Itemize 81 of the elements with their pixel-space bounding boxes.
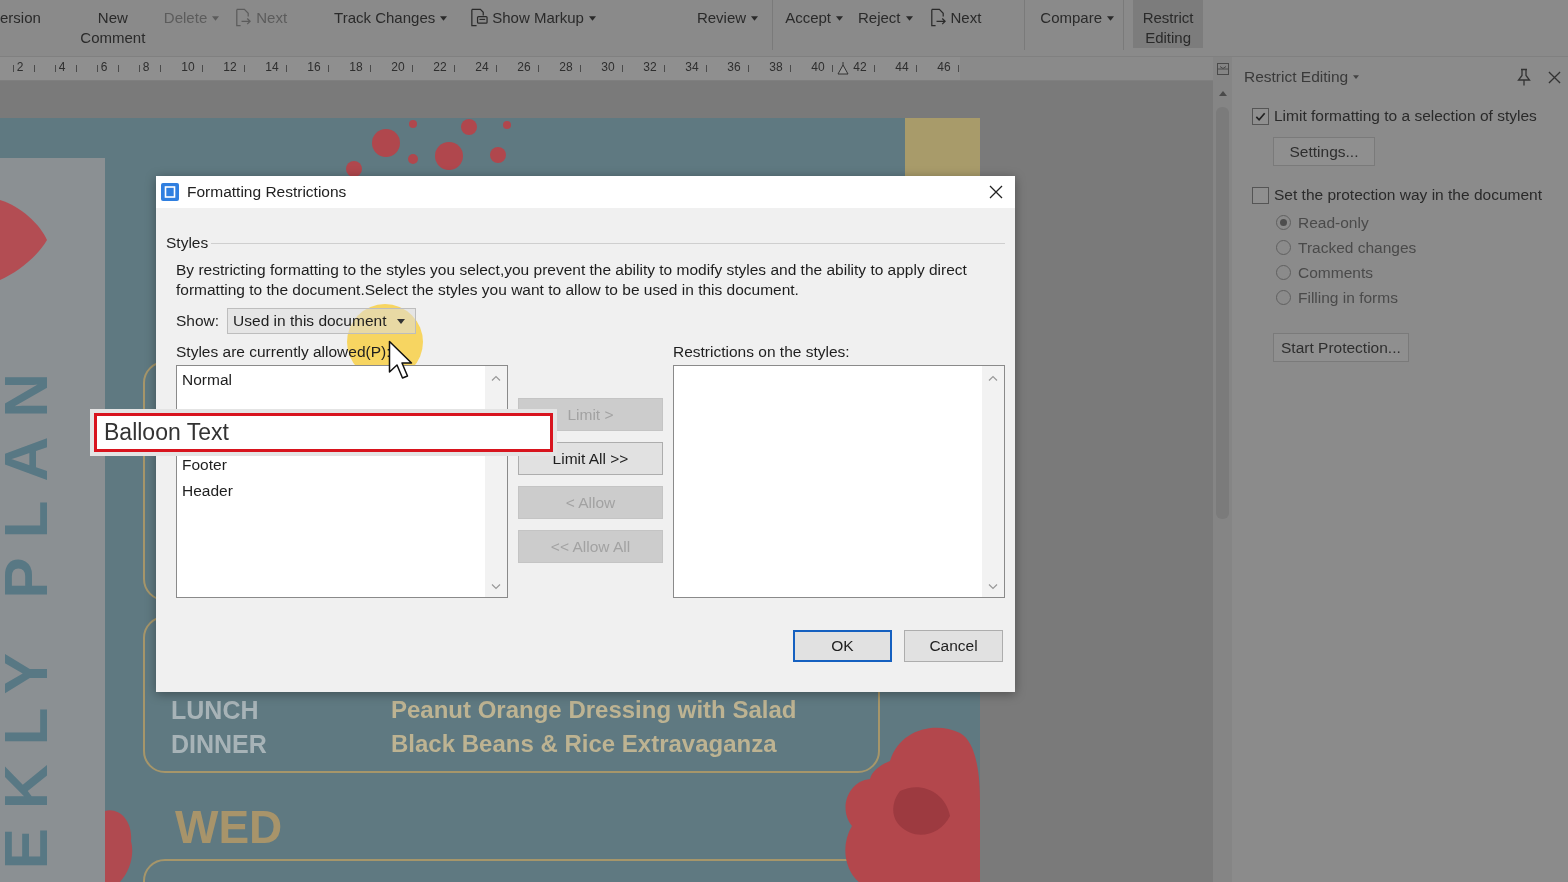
indent-marker-icon[interactable] [837, 62, 849, 76]
ruler-number: 22 [431, 60, 449, 74]
caret-icon [440, 16, 448, 21]
toolbar-button[interactable]: Reject [856, 0, 915, 48]
caret-icon [397, 318, 406, 324]
toolbar-button[interactable]: Compare [1038, 0, 1117, 48]
chevron-up-icon[interactable] [988, 375, 998, 381]
toolbar-button[interactable]: ersion [0, 0, 43, 48]
ruler-number: 28 [557, 60, 575, 74]
style-filter-dropdown[interactable]: Used in this document [227, 308, 417, 334]
caret-icon [588, 16, 596, 21]
checkbox[interactable] [1252, 186, 1269, 204]
ruler-number: 42 [851, 60, 869, 74]
list-item[interactable]: Header [182, 482, 233, 499]
checkbox[interactable] [1252, 107, 1269, 125]
page-arrow-icon [233, 8, 253, 27]
toolbar-button[interactable]: New Comment [73, 0, 152, 48]
list-label: Restrictions on the styles: [673, 343, 850, 361]
zoom-callout: Balloon Text [90, 409, 557, 456]
app-icon [161, 183, 179, 201]
dialog-title: Formatting Restrictions [187, 183, 347, 201]
day-heading: WED [175, 800, 283, 855]
dialog-button[interactable]: OK [793, 630, 892, 662]
scrollbar[interactable] [982, 366, 1004, 597]
group-label: Styles [166, 234, 209, 252]
ruler-number: 12 [221, 60, 239, 74]
panel-button[interactable]: Start Protection... [1273, 333, 1409, 362]
show-label: Show: [176, 312, 220, 330]
ruler-number: 40 [809, 60, 827, 74]
ruler-number: 10 [179, 60, 197, 74]
meal-label: DINNER [171, 729, 268, 759]
panel-title[interactable]: Restrict Editing [1244, 68, 1349, 86]
ruler-number: 4 [56, 60, 68, 74]
pin-icon[interactable] [1515, 68, 1533, 86]
caret-icon [1107, 16, 1115, 21]
toolbar-button[interactable]: Next [925, 0, 984, 48]
chevron-up-icon[interactable] [491, 375, 501, 381]
ruler-number: 32 [641, 60, 659, 74]
split-icon[interactable] [1216, 63, 1229, 75]
chevron-down-icon[interactable] [988, 584, 998, 590]
ruler-number: 2 [14, 60, 26, 74]
close-icon[interactable] [989, 185, 1003, 199]
dialog-button[interactable]: Cancel [904, 630, 1003, 662]
ruler-number: 14 [263, 60, 281, 74]
caret-icon [905, 16, 913, 21]
toolbar-button[interactable]: Restrict Editing [1133, 0, 1204, 48]
toolbar-button[interactable]: Accept [783, 0, 845, 48]
ruler-number: 46 [935, 60, 953, 74]
caret-icon[interactable] [1353, 75, 1360, 79]
meal-label: LUNCH [171, 695, 260, 725]
toolbar-button[interactable]: Review [694, 0, 761, 48]
caret-icon [836, 16, 843, 21]
ruler-number: 18 [347, 60, 365, 74]
ruler-number: 36 [725, 60, 743, 74]
scroll-up-icon[interactable] [1218, 91, 1227, 96]
description: By restricting formatting to the styles you select,you prevent the ability to modify styles and the ability to apply direct formatting to the document.Select the styles you want to allow to be used in this document. [176, 260, 968, 300]
dish-name: Black Beans & Rice Extravaganza [391, 730, 777, 758]
ruler-number: 34 [683, 60, 701, 74]
list-item[interactable]: Normal [182, 371, 232, 388]
page-comment-icon [469, 8, 489, 27]
ruler-number: 26 [515, 60, 533, 74]
ruler-number: 44 [893, 60, 911, 74]
ruler-number: 20 [389, 60, 407, 74]
caret-icon [212, 16, 220, 21]
ruler-number: 16 [305, 60, 323, 74]
toolbar-button[interactable]: Show Markup [467, 0, 598, 48]
ruler-number: 8 [140, 60, 152, 74]
ruler-number: 24 [473, 60, 491, 74]
checkbox-label[interactable]: Set the protection way in the document [1274, 186, 1542, 204]
panel-button[interactable]: Settings... [1273, 137, 1375, 166]
checkbox-label[interactable]: Limit formatting to a selection of styles [1274, 107, 1537, 125]
ruler-number: 6 [98, 60, 110, 74]
cursor-icon [388, 340, 413, 380]
caret-icon [751, 16, 759, 21]
ruler-number: 38 [767, 60, 785, 74]
dish-name: Peanut Orange Dressing with Salad [391, 696, 797, 724]
toolbar-button[interactable]: Track Changes [332, 0, 450, 48]
scrollbar[interactable] [1213, 57, 1232, 882]
chevron-down-icon[interactable] [491, 584, 501, 590]
list-item[interactable]: Footer [182, 456, 227, 473]
ruler-number: 30 [599, 60, 617, 74]
